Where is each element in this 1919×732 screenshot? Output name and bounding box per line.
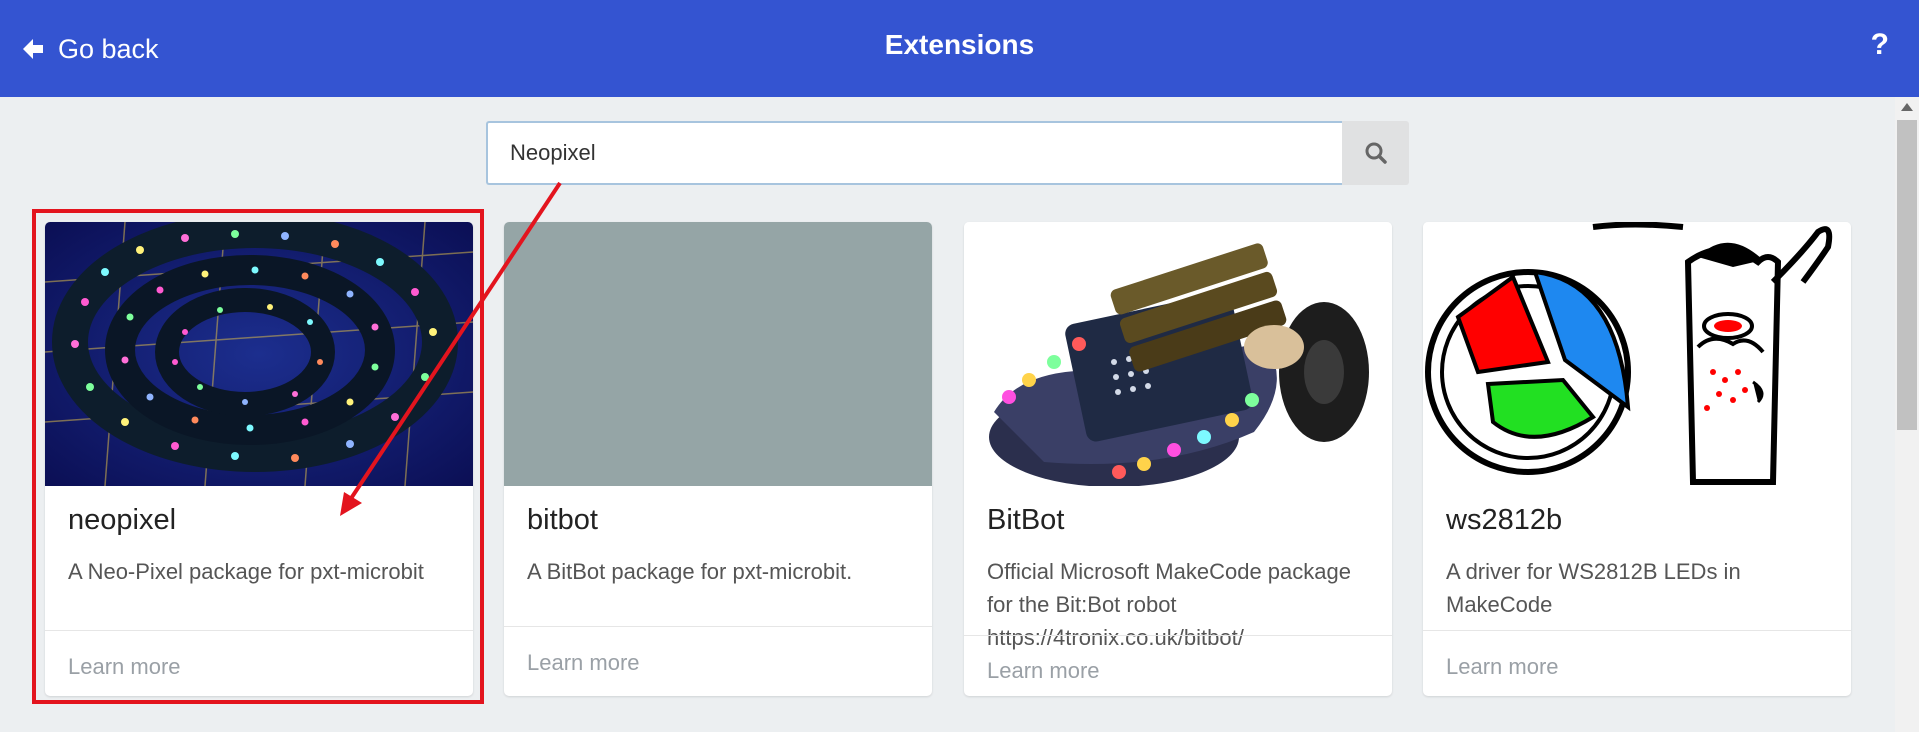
scrollbar-thumb[interactable] <box>1897 120 1917 430</box>
neopixel-image <box>45 222 473 486</box>
extension-description: A BitBot package for pxt-microbit. <box>527 559 853 584</box>
top-bar: Go back Extensions ? <box>0 0 1919 97</box>
page-title: Extensions <box>884 29 1035 60</box>
search-icon <box>1365 142 1387 164</box>
extension-name: BitBot <box>987 504 1065 536</box>
card-divider <box>964 635 1392 636</box>
search-input[interactable] <box>486 121 1342 185</box>
extension-card-neopixel[interactable]: neopixel A Neo-Pixel package for pxt-mic… <box>45 222 473 696</box>
scroll-up-arrow-icon[interactable] <box>1901 103 1913 111</box>
extension-description: A driver for WS2812B LEDs in MakeCode <box>1446 559 1741 617</box>
learn-more-link[interactable]: Learn more <box>987 658 1100 684</box>
search-button[interactable] <box>1342 121 1409 185</box>
extension-name: ws2812b <box>1446 504 1563 536</box>
bitbot-placeholder-image <box>504 222 932 486</box>
card-divider <box>1423 630 1851 631</box>
learn-more-link[interactable]: Learn more <box>527 650 640 676</box>
extension-description: A Neo-Pixel package for pxt-microbit <box>68 559 424 584</box>
extension-card-bitbot-official[interactable]: BitBot Official Microsoft MakeCode packa… <box>964 222 1392 696</box>
extension-name: neopixel <box>68 504 177 536</box>
extension-card-bitbot[interactable]: bitbot A BitBot package for pxt-microbit… <box>504 222 932 696</box>
bitbot-robot-image <box>964 222 1392 486</box>
learn-more-link[interactable]: Learn more <box>68 654 181 680</box>
ws2812b-drawing-image <box>1423 222 1851 486</box>
extension-name: bitbot <box>527 504 598 536</box>
learn-more-link[interactable]: Learn more <box>1446 654 1559 680</box>
card-divider <box>504 626 932 627</box>
extension-description: Official Microsoft MakeCode package for … <box>987 559 1351 650</box>
card-divider <box>45 630 473 631</box>
help-button[interactable]: ? <box>1871 28 1889 62</box>
extension-card-ws2812b[interactable]: ws2812b A driver for WS2812B LEDs in Mak… <box>1423 222 1851 696</box>
